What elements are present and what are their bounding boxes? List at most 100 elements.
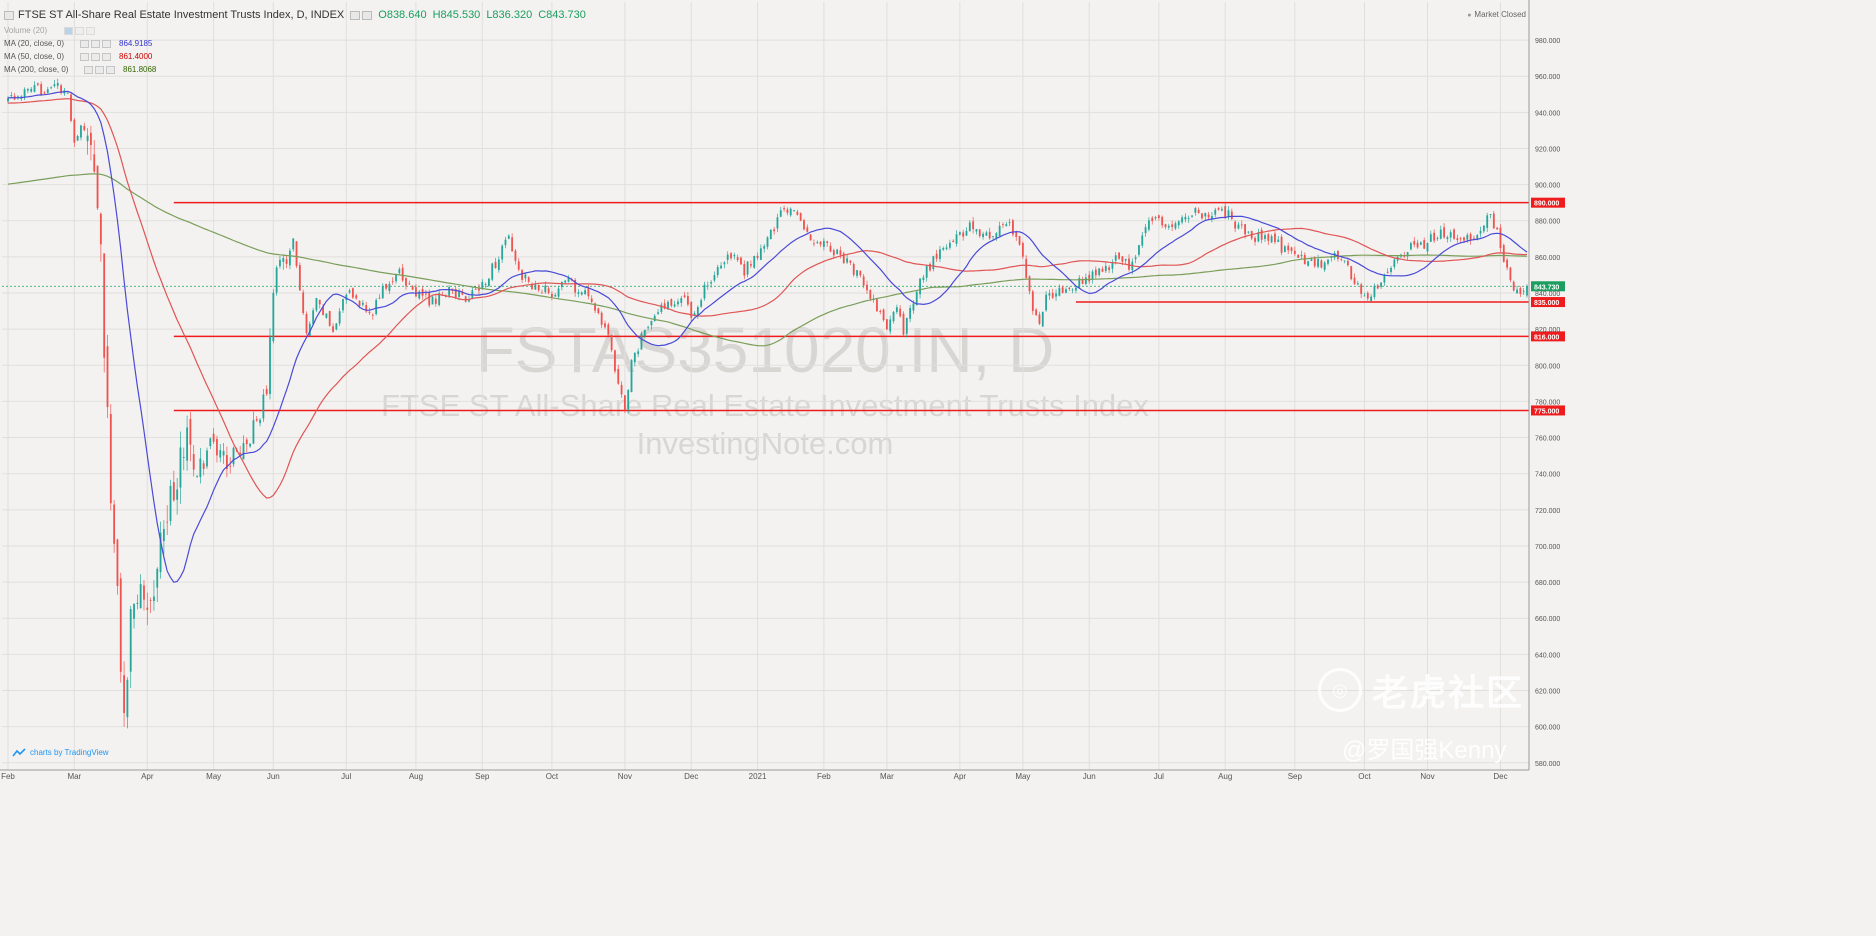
candle-body xyxy=(902,313,905,335)
candle-body xyxy=(856,270,858,276)
x-tick-label: Jul xyxy=(341,772,351,781)
candle-body xyxy=(468,300,470,302)
candle-body xyxy=(1360,284,1363,294)
candle-body xyxy=(30,88,33,92)
x-tick-label: Jun xyxy=(267,772,280,781)
candle-body xyxy=(1277,239,1280,242)
candle-body xyxy=(1353,277,1356,284)
candle-body xyxy=(46,89,49,94)
tradingview-badge[interactable]: charts by TradingView xyxy=(12,748,109,757)
y-tick-label: 960.000 xyxy=(1535,74,1560,81)
candle-body xyxy=(26,89,29,91)
close-icon[interactable] xyxy=(106,65,115,74)
candle xyxy=(769,228,772,240)
candle-body xyxy=(972,221,975,230)
candle-body xyxy=(832,250,835,256)
candle-body xyxy=(1479,230,1482,234)
symbol-title[interactable]: FTSE ST All-Share Real Estate Investment… xyxy=(18,9,344,21)
candle xyxy=(852,262,855,277)
candle-body xyxy=(647,326,650,328)
candle-body xyxy=(186,427,189,461)
settings-icon[interactable] xyxy=(95,65,104,74)
candle xyxy=(1021,241,1024,260)
candle-body xyxy=(998,225,1001,237)
settings-icon[interactable] xyxy=(362,10,373,20)
candle-body xyxy=(776,217,779,229)
ma20-value: 864.9185 xyxy=(119,39,153,48)
candle-body xyxy=(541,292,543,294)
settings-icon[interactable] xyxy=(64,26,73,35)
candle-body xyxy=(551,293,553,297)
candle-body xyxy=(514,250,517,261)
candle-body xyxy=(431,296,434,305)
candle-body xyxy=(1051,292,1054,298)
close-icon[interactable] xyxy=(102,39,111,48)
candle xyxy=(119,572,122,683)
x-tick-label: Aug xyxy=(1218,772,1232,781)
collapse-icon[interactable] xyxy=(4,10,14,20)
y-tick-label: 640.000 xyxy=(1535,652,1560,659)
candle-body xyxy=(1290,247,1293,252)
candle xyxy=(803,218,805,231)
chart-area[interactable]: FSTAS351020.IN, D FTSE ST All-Share Real… xyxy=(0,0,1568,782)
candle-body xyxy=(706,285,709,287)
candle-body xyxy=(1346,260,1349,266)
candle-body xyxy=(892,311,895,322)
candle-body xyxy=(849,260,852,263)
candle-body xyxy=(1177,221,1180,226)
candle-body xyxy=(162,528,165,542)
y-tick-label: 920.000 xyxy=(1535,146,1560,153)
candle xyxy=(1512,280,1515,292)
candle-body xyxy=(1055,293,1057,297)
indicator-ma200[interactable]: MA (200, close, 0) 861.8068 xyxy=(4,65,156,74)
candle-body xyxy=(1313,258,1316,267)
indicator-label: MA (20, close, 0) xyxy=(4,39,65,48)
indicator-ma50[interactable]: MA (50, close, 0) 861.4000 xyxy=(4,52,152,61)
candle-body xyxy=(166,521,169,523)
candle-body xyxy=(773,229,776,232)
candle-body xyxy=(1323,262,1326,270)
eye-icon[interactable] xyxy=(350,10,361,20)
indicator-volume[interactable]: Volume (20) xyxy=(4,26,97,35)
eye-icon[interactable] xyxy=(80,52,89,61)
candle-body xyxy=(1254,237,1256,242)
close-icon[interactable] xyxy=(102,52,111,61)
candle-body xyxy=(252,420,255,444)
candle-body xyxy=(643,329,646,337)
candle-body xyxy=(1191,215,1193,217)
candle-body xyxy=(375,300,378,315)
settings-icon[interactable] xyxy=(91,52,100,61)
candle-body xyxy=(1091,271,1094,280)
candle-body xyxy=(627,390,630,410)
candle xyxy=(269,328,271,400)
indicator-ma20[interactable]: MA (20, close, 0) 864.9185 xyxy=(4,39,152,48)
candle-body xyxy=(657,312,659,314)
candle-body xyxy=(93,154,96,172)
eye-icon[interactable] xyxy=(80,39,89,48)
candle-body xyxy=(580,292,583,295)
candle-body xyxy=(1419,242,1422,245)
candle-body xyxy=(279,259,281,267)
candle-body xyxy=(325,313,328,318)
settings-icon[interactable] xyxy=(91,39,100,48)
y-tick-label: 980.000 xyxy=(1535,38,1560,45)
candle-body xyxy=(859,270,862,276)
candle-body xyxy=(1293,250,1296,255)
y-tick-label: 660.000 xyxy=(1535,616,1560,623)
x-tick-label: Oct xyxy=(1358,772,1371,781)
candle xyxy=(1018,235,1021,246)
candle-body xyxy=(1041,311,1044,327)
close-icon[interactable] xyxy=(86,26,95,35)
candle-body xyxy=(106,346,109,408)
eye-icon[interactable] xyxy=(75,26,84,35)
candle-body xyxy=(229,465,232,467)
candle-body xyxy=(1088,274,1091,282)
candle-body xyxy=(703,284,706,299)
eye-icon[interactable] xyxy=(84,65,93,74)
candle-body xyxy=(1446,237,1449,240)
candle-body xyxy=(597,308,600,314)
candle-body xyxy=(352,288,354,298)
candle-body xyxy=(1151,217,1154,221)
candle-body xyxy=(139,584,142,609)
candle-body xyxy=(245,439,248,445)
